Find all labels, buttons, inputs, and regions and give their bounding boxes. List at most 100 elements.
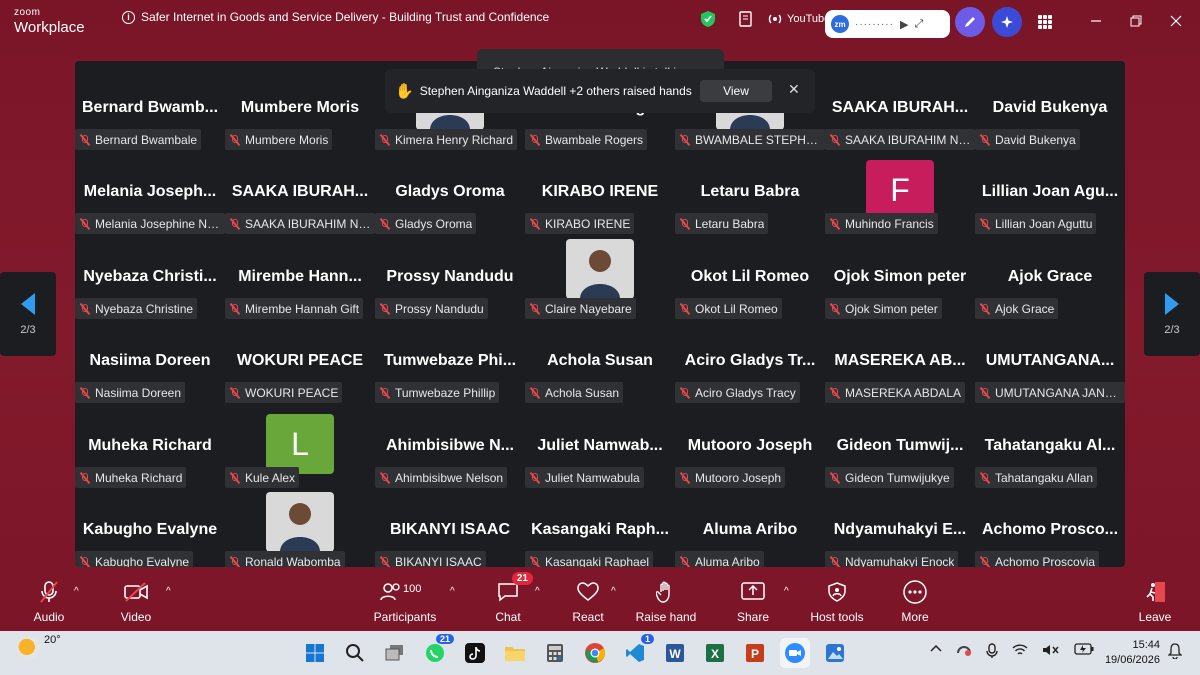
- close-toast-icon[interactable]: ✕: [788, 81, 800, 98]
- participant-tile[interactable]: SAAKA IBURAH... SAAKA IBURAHIM NAT...: [825, 67, 975, 151]
- audio-options-caret[interactable]: ^: [74, 586, 79, 597]
- wifi-icon[interactable]: [1012, 643, 1028, 662]
- notification-bell-icon[interactable]: [1167, 643, 1183, 664]
- participant-display-name: Mutooro Joseph: [687, 437, 813, 454]
- powerpoint-icon[interactable]: P: [740, 638, 770, 668]
- share-options-caret[interactable]: ^: [784, 586, 789, 597]
- more-icon: [903, 578, 927, 606]
- minimize-icon[interactable]: [1086, 11, 1106, 31]
- chrome-icon[interactable]: [580, 638, 610, 668]
- notes-icon[interactable]: [736, 9, 756, 29]
- windows-start-icon[interactable]: [300, 638, 330, 668]
- participant-tile[interactable]: Okot Lil Romeo Okot Lil Romeo: [675, 236, 825, 320]
- video-options-caret[interactable]: ^: [166, 586, 171, 597]
- leave-button[interactable]: Leave: [1115, 578, 1195, 626]
- participant-display-name: Okot Lil Romeo: [690, 268, 810, 285]
- tiktok-icon[interactable]: [460, 638, 490, 668]
- participant-tile[interactable]: Nyebaza Christi... Nyebaza Christine: [75, 236, 225, 320]
- participant-tile[interactable]: Claire Nayebare: [525, 236, 675, 320]
- participant-tile[interactable]: Kabugho Evalyne Kabugho Evalyne: [75, 489, 225, 567]
- react-button[interactable]: React: [548, 578, 628, 626]
- participant-tile[interactable]: Achomo Prosco... Achomo Proscovia: [975, 489, 1125, 567]
- microphone-tray-icon[interactable]: [986, 643, 998, 662]
- participant-tile[interactable]: Ndyamuhakyi E... Ndyamuhakyi Enock: [825, 489, 975, 567]
- apps-grid-icon[interactable]: [1030, 7, 1060, 37]
- participant-tile[interactable]: Ajok Grace Ajok Grace: [975, 236, 1125, 320]
- system-clock[interactable]: 15:44 19/06/2026: [1100, 638, 1160, 668]
- participant-tile[interactable]: Prossy Nandudu Prossy Nandudu: [375, 236, 525, 320]
- participant-tile[interactable]: David Bukenya David Bukenya: [975, 67, 1125, 151]
- play-icon[interactable]: ▶: [900, 18, 908, 31]
- participant-tile[interactable]: Melania Joseph... Melania Josephine Nn...: [75, 151, 225, 235]
- task-view-icon[interactable]: [380, 638, 410, 668]
- speaker-muted-icon[interactable]: [1042, 643, 1060, 662]
- raise-hand-button[interactable]: Raise hand: [626, 578, 706, 626]
- participant-tile[interactable]: KIRABO IRENE KIRABO IRENE: [525, 151, 675, 235]
- pen-icon[interactable]: [955, 7, 985, 37]
- chat-options-caret[interactable]: ^: [535, 586, 540, 597]
- ai-companion-icon[interactable]: [992, 7, 1022, 37]
- participant-tile[interactable]: Bernard Bwamb... Bernard Bwambale: [75, 67, 225, 151]
- info-icon[interactable]: i: [122, 10, 135, 24]
- weather-widget[interactable]: 20°: [18, 634, 61, 659]
- vscode-icon[interactable]: 1: [620, 634, 654, 668]
- participants-options-caret[interactable]: ^: [450, 586, 455, 597]
- participant-name: Ronald Wabomba: [245, 554, 341, 568]
- participant-tile[interactable]: Tahatangaku Al... Tahatangaku Allan: [975, 405, 1125, 489]
- participant-tile[interactable]: Juliet Namwab... Juliet Namwabula: [525, 405, 675, 489]
- antivirus-icon[interactable]: [956, 643, 972, 662]
- participant-tile[interactable]: Ronald Wabomba: [225, 489, 375, 567]
- participant-tile[interactable]: Tumwebaze Phi... Tumwebaze Phillip: [375, 320, 525, 404]
- video-button[interactable]: Video: [96, 578, 176, 626]
- view-raised-hands-button[interactable]: View: [700, 80, 772, 102]
- more-button[interactable]: More: [875, 578, 955, 626]
- previous-page-button[interactable]: 2/3: [0, 272, 56, 356]
- participant-tile[interactable]: Lillian Joan Agu... Lillian Joan Aguttu: [975, 151, 1125, 235]
- participant-tile[interactable]: Letaru Babra Letaru Babra: [675, 151, 825, 235]
- participant-tile[interactable]: Ojok Simon peter Ojok Simon peter: [825, 236, 975, 320]
- participant-tile[interactable]: Mirembe Hann... Mirembe Hannah Gift: [225, 236, 375, 320]
- meeting-title[interactable]: i Safer Internet in Goods and Service De…: [122, 10, 549, 24]
- participant-tile[interactable]: F Muhindo Francis: [825, 151, 975, 235]
- participant-tile[interactable]: Nasiima Doreen Nasiima Doreen: [75, 320, 225, 404]
- live-stream-icon[interactable]: [765, 9, 785, 29]
- participant-tile[interactable]: SAAKA IBURAH... SAAKA IBURAHIM NAT...: [225, 151, 375, 235]
- participant-tile[interactable]: Gladys Oroma Gladys Oroma: [375, 151, 525, 235]
- expand-icon[interactable]: ⤢: [914, 18, 923, 31]
- encryption-shield-icon[interactable]: [698, 9, 718, 29]
- participant-tile[interactable]: Aciro Gladys Tr... Aciro Gladys Tracy: [675, 320, 825, 404]
- participant-tile[interactable]: Mutooro Joseph Mutooro Joseph: [675, 405, 825, 489]
- whatsapp-icon[interactable]: 21: [420, 634, 454, 668]
- participant-tile[interactable]: MASEREKA AB... MASEREKA ABDALA: [825, 320, 975, 404]
- host-tools-button[interactable]: Host tools: [797, 578, 877, 626]
- search-icon[interactable]: [340, 638, 370, 668]
- calculator-icon[interactable]: [540, 638, 570, 668]
- word-icon[interactable]: W: [660, 638, 690, 668]
- next-page-button[interactable]: 2/3: [1144, 272, 1200, 356]
- photos-icon[interactable]: [820, 638, 850, 668]
- share-button[interactable]: Share: [713, 578, 793, 626]
- show-hidden-icons-icon[interactable]: [930, 643, 942, 662]
- zoom-app-icon[interactable]: [780, 638, 810, 668]
- participant-tile[interactable]: L Kule Alex: [225, 405, 375, 489]
- participant-tile[interactable]: Mumbere Moris Mumbere Moris: [225, 67, 375, 151]
- close-window-icon[interactable]: [1166, 11, 1186, 31]
- participant-tile[interactable]: Muheka Richard Muheka Richard: [75, 405, 225, 489]
- zm-recorder-pill[interactable]: zm ········· ▶ ⤢: [825, 10, 950, 38]
- participant-name-bar: BIKANYI ISAAC: [375, 551, 486, 567]
- battery-icon[interactable]: [1074, 643, 1094, 662]
- excel-icon[interactable]: X: [700, 638, 730, 668]
- react-options-caret[interactable]: ^: [611, 586, 616, 597]
- participant-tile[interactable]: BIKANYI ISAAC BIKANYI ISAAC: [375, 489, 525, 567]
- mic-muted-icon: [529, 386, 541, 399]
- restore-icon[interactable]: [1126, 11, 1146, 31]
- participant-tile[interactable]: Gideon Tumwij... Gideon Tumwijukye: [825, 405, 975, 489]
- participant-tile[interactable]: Aluma Aribo Aluma Aribo: [675, 489, 825, 567]
- participant-tile[interactable]: Kasangaki Raph... Kasangaki Raphael: [525, 489, 675, 567]
- participant-tile[interactable]: WOKURI PEACE WOKURI PEACE: [225, 320, 375, 404]
- participant-tile[interactable]: Ahimbisibwe N... Ahimbisibwe Nelson: [375, 405, 525, 489]
- participants-button[interactable]: 100 Participants: [365, 578, 445, 626]
- participant-tile[interactable]: UMUTANGANA... UMUTANGANA JANE ...: [975, 320, 1125, 404]
- file-explorer-icon[interactable]: [500, 638, 530, 668]
- participant-tile[interactable]: Achola Susan Achola Susan: [525, 320, 675, 404]
